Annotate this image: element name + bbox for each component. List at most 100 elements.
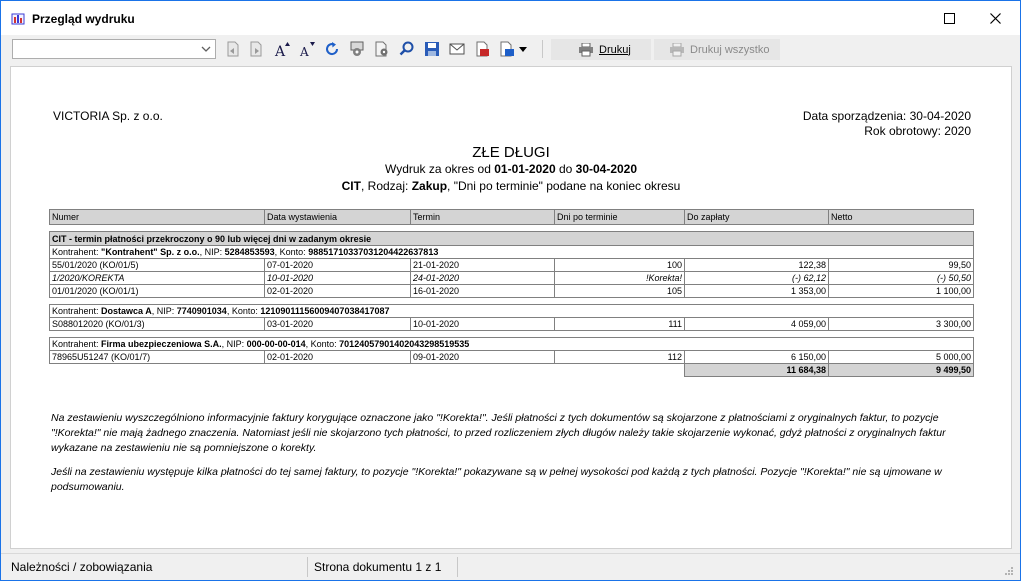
close-button[interactable]: [972, 1, 1018, 35]
chevron-down-icon[interactable]: [200, 43, 212, 55]
contractor-name: Dostawca A: [101, 306, 152, 316]
status-bar: Należności / zobowiązania Strona dokumen…: [1, 553, 1020, 580]
criteria-mid: , Rodzaj:: [360, 179, 412, 193]
next-page-button[interactable]: [246, 39, 266, 59]
cell-netto: 1 100,00: [828, 284, 974, 298]
table-row: 1/2020/KOREKTA 10-01-2020 24-01-2020 !Ko…: [49, 271, 974, 285]
cell-do-zaplaty: 4 059,00: [684, 317, 829, 331]
title-bar[interactable]: Przegląd wydruku: [1, 1, 1020, 35]
printer-icon: [670, 42, 684, 56]
cell-data: 10-01-2020: [264, 271, 411, 285]
zoom-out-button[interactable]: A: [297, 39, 317, 59]
contractor-nip: 7740901034: [176, 306, 227, 316]
cell-netto: 99,50: [828, 258, 974, 272]
nip-label: , NIP:: [221, 339, 247, 349]
criteria-kind: Zakup: [411, 179, 448, 193]
resize-grip-icon[interactable]: [1004, 566, 1014, 576]
save-icon: [425, 42, 439, 56]
gear-icon: [350, 41, 364, 56]
spacer-row: [49, 224, 974, 232]
contractor-nip: 000-00-00-014: [246, 339, 306, 349]
konto-label: , Konto:: [226, 306, 261, 316]
email-button[interactable]: [447, 39, 467, 59]
contractor-row: Kontrahent: Firma ubezpieczeniowa S.A., …: [49, 337, 974, 351]
cell-numer: 01/01/2020 (KO/01/1): [49, 284, 265, 298]
contractor-row: Kontrahent: Dostawca A, NIP: 7740901034,…: [49, 304, 974, 318]
cell-do-zaplaty: (-) 62,12: [684, 271, 829, 285]
bad-debts-table: Numer Data wystawienia Termin Dni po ter…: [49, 209, 974, 377]
nip-label: , NIP:: [151, 306, 177, 316]
column-header: Numer: [49, 209, 265, 225]
search-icon: [399, 41, 414, 56]
cell-dni: 105: [554, 284, 685, 298]
cell-data: 02-01-2020: [264, 284, 411, 298]
table-row: 55/01/2020 (KO/01/5) 07-01-2020 21-01-20…: [49, 258, 974, 272]
status-divider: [457, 557, 458, 577]
contractor-konto: 70124057901402043298519535: [339, 339, 470, 349]
font-increase-icon: A: [274, 42, 290, 58]
settings-button[interactable]: [347, 39, 367, 59]
cell-data: 07-01-2020: [264, 258, 411, 272]
maximize-button[interactable]: [926, 1, 972, 35]
column-header: Data wystawienia: [264, 209, 411, 225]
period-to: 30-04-2020: [575, 162, 638, 176]
cell-termin: 10-01-2020: [410, 317, 555, 331]
export-pdf-button[interactable]: [472, 39, 492, 59]
report-date: Data sporządzenia: 30-04-2020: [802, 109, 971, 123]
print-button[interactable]: Drukuj: [551, 39, 651, 60]
pdf-icon: [476, 41, 489, 57]
contractor-prefix: Kontrahent:: [52, 339, 102, 349]
table-row: 78965U51247 (KO/01/7) 02-01-2020 09-01-2…: [49, 350, 974, 364]
cell-netto: 5 000,00: [828, 350, 974, 364]
contractor-konto: 12109011156009407038417087: [260, 306, 390, 316]
report-app-icon: [11, 11, 25, 25]
contractor-prefix: Kontrahent:: [52, 306, 102, 316]
save-button[interactable]: [422, 39, 442, 59]
export-icon: [500, 41, 514, 57]
cell-netto: (-) 50,50: [828, 271, 974, 285]
total-row: 11 684,38 9 499,50: [50, 363, 974, 377]
first-page-icon: [227, 41, 239, 57]
toolbar-separator: [542, 40, 543, 58]
window-title: Przegląd wydruku: [32, 12, 135, 26]
konto-label: , Konto:: [274, 247, 309, 257]
report-note-payments: Jeśli na zestawieniu występuje kilka pła…: [51, 466, 942, 493]
period-mid: do: [555, 162, 576, 176]
page-setup-button[interactable]: [372, 39, 392, 59]
fiscal-year: Rok obrotowy: 2020: [864, 124, 971, 138]
refresh-icon: [326, 42, 339, 56]
email-icon: [449, 43, 465, 55]
cell-do-zaplaty: 122,38: [684, 258, 829, 272]
total-netto: 9 499,50: [828, 363, 974, 377]
document-preview[interactable]: VICTORIA Sp. z o.o. Data sporządzenia: 3…: [10, 66, 1012, 549]
cell-termin: 24-01-2020: [410, 271, 555, 285]
report-criteria: CIT, Rodzaj: Zakup, "Dni po terminie" po…: [11, 179, 1011, 193]
group-header-row: CIT - termin płatności przekroczony o 90…: [49, 231, 974, 246]
export-dropdown-button[interactable]: [516, 39, 530, 59]
group-title: CIT - termin płatności przekroczony o 90…: [49, 231, 974, 246]
criteria-cit: CIT: [341, 179, 361, 193]
caret-down-icon: [519, 47, 527, 52]
first-page-button[interactable]: [223, 39, 243, 59]
report-header-right: Data sporządzenia: 30-04-2020 Rok obroto…: [803, 109, 971, 139]
print-all-button[interactable]: Drukuj wszystko: [654, 39, 780, 60]
search-button[interactable]: [397, 39, 417, 59]
report-period: Wydruk za okres od 01-01-2020 do 30-04-2…: [11, 162, 1011, 176]
cell-numer: 78965U51247 (KO/01/7): [49, 350, 265, 364]
report-select-combo[interactable]: [12, 39, 216, 59]
font-decrease-icon: A: [299, 42, 315, 58]
export-excel-button[interactable]: [497, 39, 517, 59]
cell-termin: 21-01-2020: [410, 258, 555, 272]
zoom-in-button[interactable]: A: [272, 39, 292, 59]
printer-icon: [579, 42, 593, 56]
cell-dni: 100: [554, 258, 685, 272]
print-preview-window: Przegląd wydruku A A Drukuj Drukuj wszys…: [0, 0, 1021, 581]
column-header: Termin: [410, 209, 555, 225]
refresh-button[interactable]: [322, 39, 342, 59]
total-do-zaplaty: 11 684,38: [684, 363, 829, 377]
svg-text:A: A: [299, 45, 309, 58]
spacer-row: [49, 297, 974, 305]
period-from: 01-01-2020: [494, 162, 556, 176]
contractor-prefix: Kontrahent:: [52, 247, 102, 257]
cell-dni: !Korekta!: [554, 271, 685, 285]
